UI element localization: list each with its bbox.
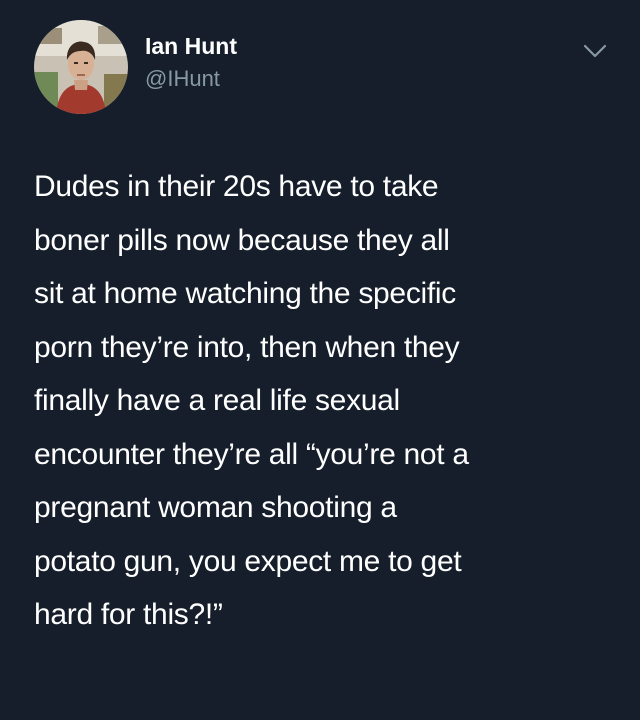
display-name[interactable]: Ian Hunt	[145, 32, 545, 60]
tweet-text-line: hard for this?!”	[34, 598, 223, 631]
tweet-text-line: potato gun, you expect me to get	[34, 544, 462, 578]
tweet-text-line: finally have a real life sexual	[34, 384, 400, 417]
tweet-text-line: sit at home watching the specific	[34, 277, 456, 310]
tweet-text-line: Dudes in their 20s have to take	[34, 170, 439, 203]
tweet-text-line: boner pills now because they all	[34, 223, 450, 257]
tweet-text-line: pregnant woman shooting a	[34, 491, 397, 524]
tweet-text-line: encounter they’re all “you’re not a	[34, 437, 469, 471]
tweet-text: Dudes in their 20s have to take boner pi…	[34, 160, 614, 642]
avatar[interactable]	[34, 20, 128, 114]
profile-photo-icon	[34, 20, 128, 114]
tweet-text-line: porn they’re into, then when they	[34, 330, 460, 364]
user-handle[interactable]: @IHunt	[145, 66, 545, 92]
user-meta: Ian Hunt @IHunt	[145, 32, 545, 92]
tweet-card: Ian Hunt @IHunt Dudes in their 20s have …	[0, 0, 640, 720]
tweet-header: Ian Hunt @IHunt	[34, 20, 614, 116]
chevron-down-icon[interactable]	[582, 42, 608, 60]
